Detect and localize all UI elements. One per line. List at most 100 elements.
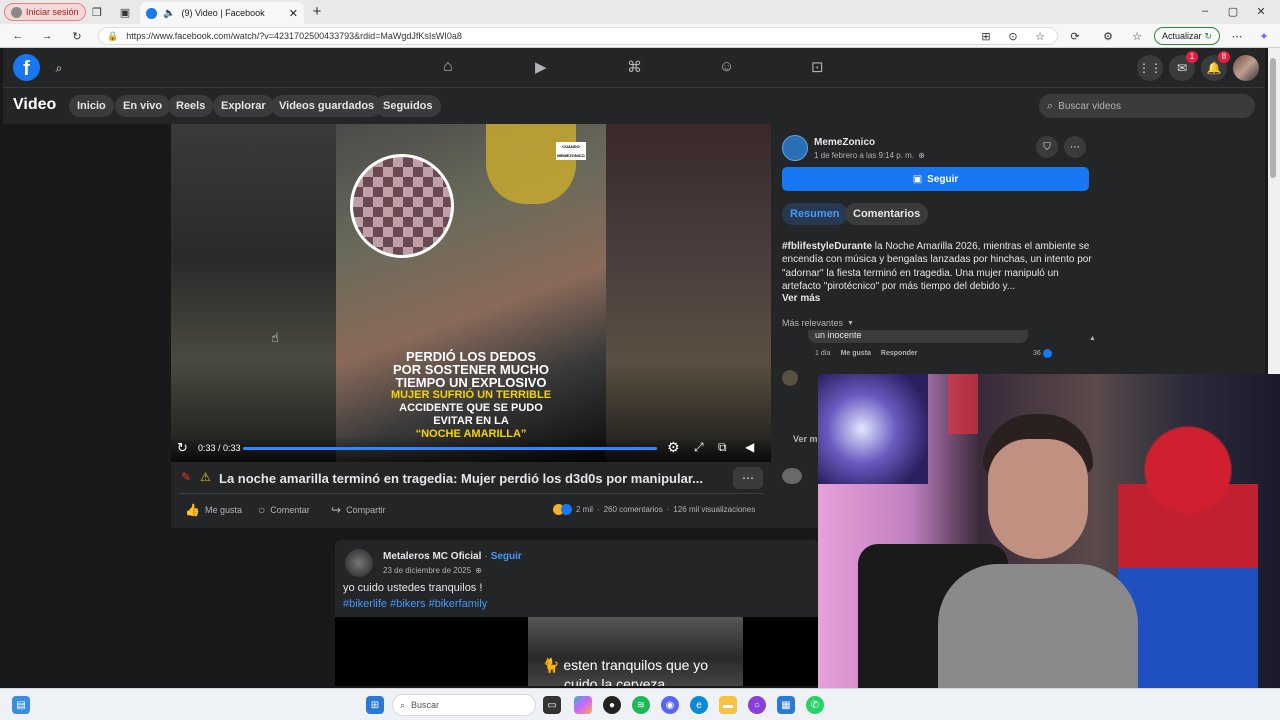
menu-grid-icon[interactable]: ⋮⋮ [1137,55,1163,81]
commenter-avatar[interactable] [782,468,802,484]
scrollbar-thumb[interactable] [1270,58,1276,178]
home-icon[interactable]: ⌂ [443,58,453,76]
video-icon[interactable]: ▶ [535,58,547,76]
page-name[interactable]: MemeZonico [814,137,875,148]
post-date[interactable]: 1 de febrero a las 9:14 p. m. [814,151,914,160]
tab-summary[interactable]: Resumen [782,203,848,225]
see-more-link[interactable]: Ver más [782,293,820,304]
start-icon[interactable]: ⊞ [366,696,384,714]
copilot-icon[interactable]: ✦ [1257,29,1271,43]
app-icon[interactable]: ○ [748,696,766,714]
sort-label: Más relevantes [782,318,844,328]
widgets-icon[interactable]: ▤ [12,696,30,714]
tab-explorar[interactable]: Explorar [213,95,274,117]
video-blur-right [606,124,771,462]
commenter-avatar[interactable] [782,370,798,386]
tab-videos-guardados[interactable]: Videos guardados [271,95,383,117]
description-hashtag[interactable]: #fblifestyleDurante [782,241,872,252]
post-author[interactable]: Metaleros MC Oficial [383,551,481,562]
forward-icon[interactable]: → [40,29,54,43]
edge-icon[interactable]: e [690,696,708,714]
tab-reels[interactable]: Reels [168,95,214,117]
workspaces-icon[interactable]: ❐ [90,5,104,19]
minimize-icon[interactable]: – [1198,4,1212,18]
comment-reactions[interactable]: 36 [1033,349,1052,358]
reader-icon[interactable]: ⊞ [979,29,993,43]
gaming-icon[interactable]: ⊡ [811,58,824,76]
fullscreen-icon[interactable]: ⤢ [694,440,704,455]
tab-comments[interactable]: Comentarios [845,203,929,225]
post-date[interactable]: 23 de diciembre de 2025 [383,566,471,575]
close-tab-icon[interactable]: ✕ [289,7,298,20]
task-view-icon[interactable]: ▭ [543,696,561,714]
search-icon[interactable]: ⌕ [46,55,72,81]
post-follow-link[interactable]: Seguir [491,551,522,562]
post-author-avatar[interactable] [345,549,373,577]
refresh-extension-icon[interactable]: ⟳ [1068,29,1082,43]
tab-seguidos[interactable]: Seguidos [375,95,441,117]
url-text: https://www.facebook.com/watch/?v=423170… [126,31,462,41]
video-player[interactable]: CUANDO MEMEZONICO PERDIÓ LOS DEDOS POR S… [171,124,771,462]
comments-count[interactable]: 260 comentarios [604,505,663,514]
active-tab[interactable]: 🔈 (9) Video | Facebook ✕ [140,2,304,24]
facebook-logo-icon[interactable]: f [13,54,40,81]
view-more-replies[interactable]: Ver m [793,434,818,444]
update-button[interactable]: Actualizar ↻ [1154,27,1220,45]
close-window-icon[interactable]: ✕ [1254,4,1268,18]
video-blur-left [171,124,336,462]
avatar[interactable] [1233,55,1259,81]
audio-playing-icon[interactable]: 🔈 [163,8,175,19]
post-hashtags[interactable]: #bikerlife #bikers #bikerfamily [343,598,487,610]
obs-icon[interactable]: ● [603,696,621,714]
tab-en-vivo[interactable]: En vivo [115,95,171,117]
profile-button[interactable]: Iniciar sesión [4,3,86,21]
share-button[interactable]: ↪ Compartir [331,503,386,517]
video-title[interactable]: La noche amarilla terminó en tragedia: M… [219,471,719,486]
tab-inicio[interactable]: Inicio [69,95,114,117]
progress-track[interactable] [243,447,657,450]
comment-button[interactable]: ○ Comentar [258,503,310,517]
spotify-icon[interactable]: ≋ [632,696,650,714]
extensions-icon[interactable]: ⚙ [1101,29,1115,43]
groups-icon[interactable]: ☺ [719,58,734,75]
reload-icon[interactable]: ↻ [70,29,84,43]
favorite-star-icon[interactable]: ☆ [1033,29,1047,43]
store-icon[interactable]: ▦ [777,696,795,714]
comment-scroll-up-icon[interactable]: ▲ [1089,335,1096,342]
back-icon[interactable]: ← [11,29,25,43]
address-field[interactable]: 🔒 https://www.facebook.com/watch/?v=4231… [98,27,1058,45]
new-tab-icon[interactable]: + [310,3,324,20]
tracking-icon[interactable]: ⊙ [1006,29,1020,43]
replay-icon[interactable]: ↻ [177,440,188,456]
reactions-summary[interactable]: 2 mil · 260 comentarios · 126 mil visual… [553,504,755,515]
pip-icon[interactable]: ⧉ [718,440,727,455]
file-explorer-icon[interactable]: ▬ [719,696,737,714]
follow-button[interactable]: ▣ Seguir [782,167,1089,191]
comment-icon: ○ [258,503,266,517]
like-button[interactable]: 👍 Me gusta [185,503,242,517]
comment-reply-link[interactable]: Responder [881,350,918,357]
collections-icon[interactable]: ☆ [1130,29,1144,43]
whatsapp-icon[interactable]: ✆ [806,696,824,714]
shield-icon[interactable]: ⛉ [1036,136,1058,158]
maximize-icon[interactable]: ▢ [1226,4,1240,18]
comment-time[interactable]: 1 día [815,350,831,357]
page-avatar[interactable] [782,135,808,161]
settings-gear-icon[interactable]: ⚙ [667,439,680,456]
volume-icon[interactable]: ◀ [745,440,754,454]
more-menu-icon[interactable]: ⋯ [1230,29,1244,43]
sort-dropdown[interactable]: Más relevantes ▼ [782,318,854,328]
post-video[interactable]: 🐈 esten tranquilos que yo cuido la cerve… [335,617,819,686]
comment-like-link[interactable]: Me gusta [841,350,871,357]
search-videos-field[interactable]: ⌕ Buscar videos [1039,94,1255,118]
update-icon: ↻ [1204,30,1213,41]
tab-actions-icon[interactable]: ▣ [118,5,132,19]
person-shirt [938,564,1138,694]
post-menu-icon[interactable]: ⋯ [1064,136,1086,158]
globe-icon: ⊕ [475,566,482,575]
more-options-icon[interactable]: ⋯ [733,467,763,489]
taskbar-search[interactable]: ⌕ Buscar [392,694,536,716]
copilot-app-icon[interactable] [574,696,592,714]
discord-icon[interactable]: ◉ [661,696,679,714]
marketplace-icon[interactable]: ⌘ [627,58,642,76]
